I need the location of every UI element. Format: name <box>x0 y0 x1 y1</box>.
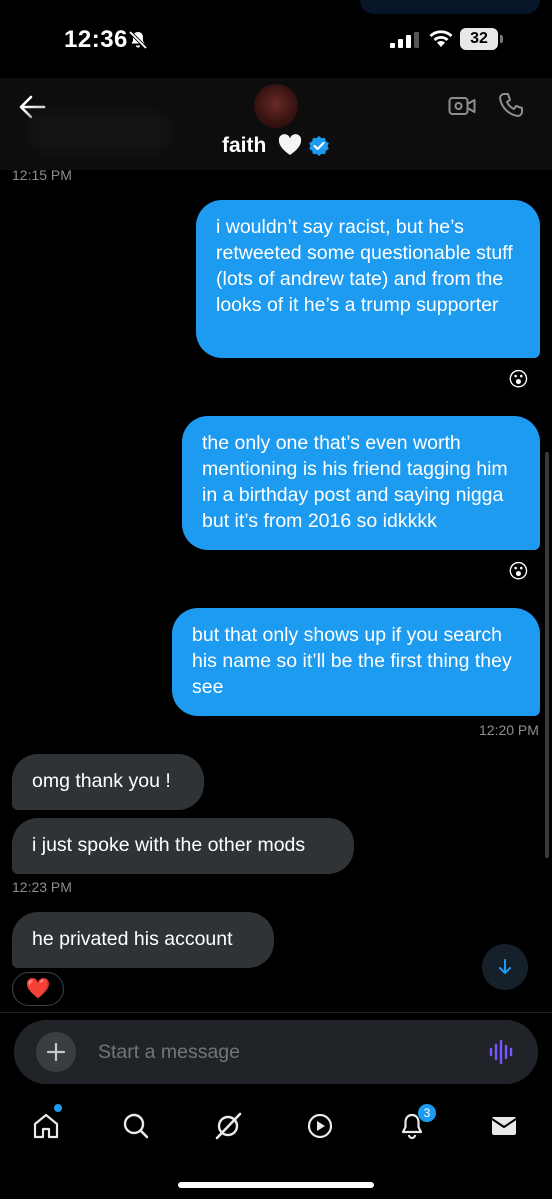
dynamic-glow <box>360 0 540 14</box>
status-time: 12:36 <box>64 26 128 53</box>
message-composer <box>14 1020 538 1084</box>
bottom-tab-bar <box>0 1100 552 1160</box>
grok-icon <box>215 1112 242 1140</box>
wifi-icon <box>429 30 453 47</box>
video-call-icon[interactable] <box>448 94 476 118</box>
video-tab-icon <box>307 1113 333 1139</box>
outgoing-message[interactable]: the only one that’s even worth mentionin… <box>182 416 540 550</box>
bell-off-icon <box>128 30 148 50</box>
heart-reaction-pill[interactable]: ❤️ <box>12 972 64 1006</box>
outgoing-message[interactable]: i wouldn’t say racist, but he’s retweete… <box>196 200 540 358</box>
tab-video[interactable] <box>300 1106 340 1146</box>
white-heart-icon <box>278 134 302 155</box>
notifications-count-badge: 3 <box>418 1104 436 1122</box>
outgoing-message[interactable]: but that only shows up if you search his… <box>172 608 540 716</box>
timestamp: 12:15 PM <box>12 167 72 183</box>
battery-nub <box>500 35 503 43</box>
avatar[interactable] <box>254 84 298 128</box>
incoming-message[interactable]: i just spoke with the other mods <box>12 818 354 874</box>
search-icon <box>123 1113 149 1139</box>
plus-icon <box>46 1042 66 1062</box>
battery-indicator: 32 <box>460 28 498 50</box>
blurred-area <box>30 112 170 152</box>
message-input[interactable] <box>98 1038 458 1066</box>
message-reaction[interactable]: 😮 <box>508 560 529 584</box>
tab-messages[interactable] <box>484 1106 524 1146</box>
home-new-dot <box>54 1104 62 1112</box>
conversation-header: faith <box>0 78 552 170</box>
tab-home[interactable] <box>26 1106 66 1146</box>
add-attachment-button[interactable] <box>36 1032 76 1072</box>
verified-badge-icon <box>309 136 329 156</box>
timestamp: 12:23 PM <box>12 879 72 895</box>
status-bar: 12:36 32 <box>0 0 552 78</box>
incoming-message[interactable]: he privated his account <box>12 912 274 968</box>
home-indicator[interactable] <box>178 1182 374 1188</box>
scroll-down-icon <box>499 959 511 974</box>
messages-icon <box>491 1117 517 1135</box>
timestamp: 12:20 PM <box>479 722 539 738</box>
scroll-down-button[interactable] <box>482 944 528 990</box>
tab-grok[interactable] <box>208 1106 248 1146</box>
home-icon <box>33 1113 59 1139</box>
voice-message-icon[interactable] <box>488 1040 516 1064</box>
incoming-message[interactable]: omg thank you ! <box>12 754 204 810</box>
tab-search[interactable] <box>116 1106 156 1146</box>
composer-divider <box>0 1012 552 1013</box>
cellular-signal-icon <box>390 32 419 48</box>
phone-icon[interactable] <box>498 92 524 118</box>
contact-name[interactable]: faith <box>222 134 266 158</box>
scroll-indicator[interactable] <box>545 452 549 858</box>
message-reaction[interactable]: 😮 <box>508 368 529 392</box>
